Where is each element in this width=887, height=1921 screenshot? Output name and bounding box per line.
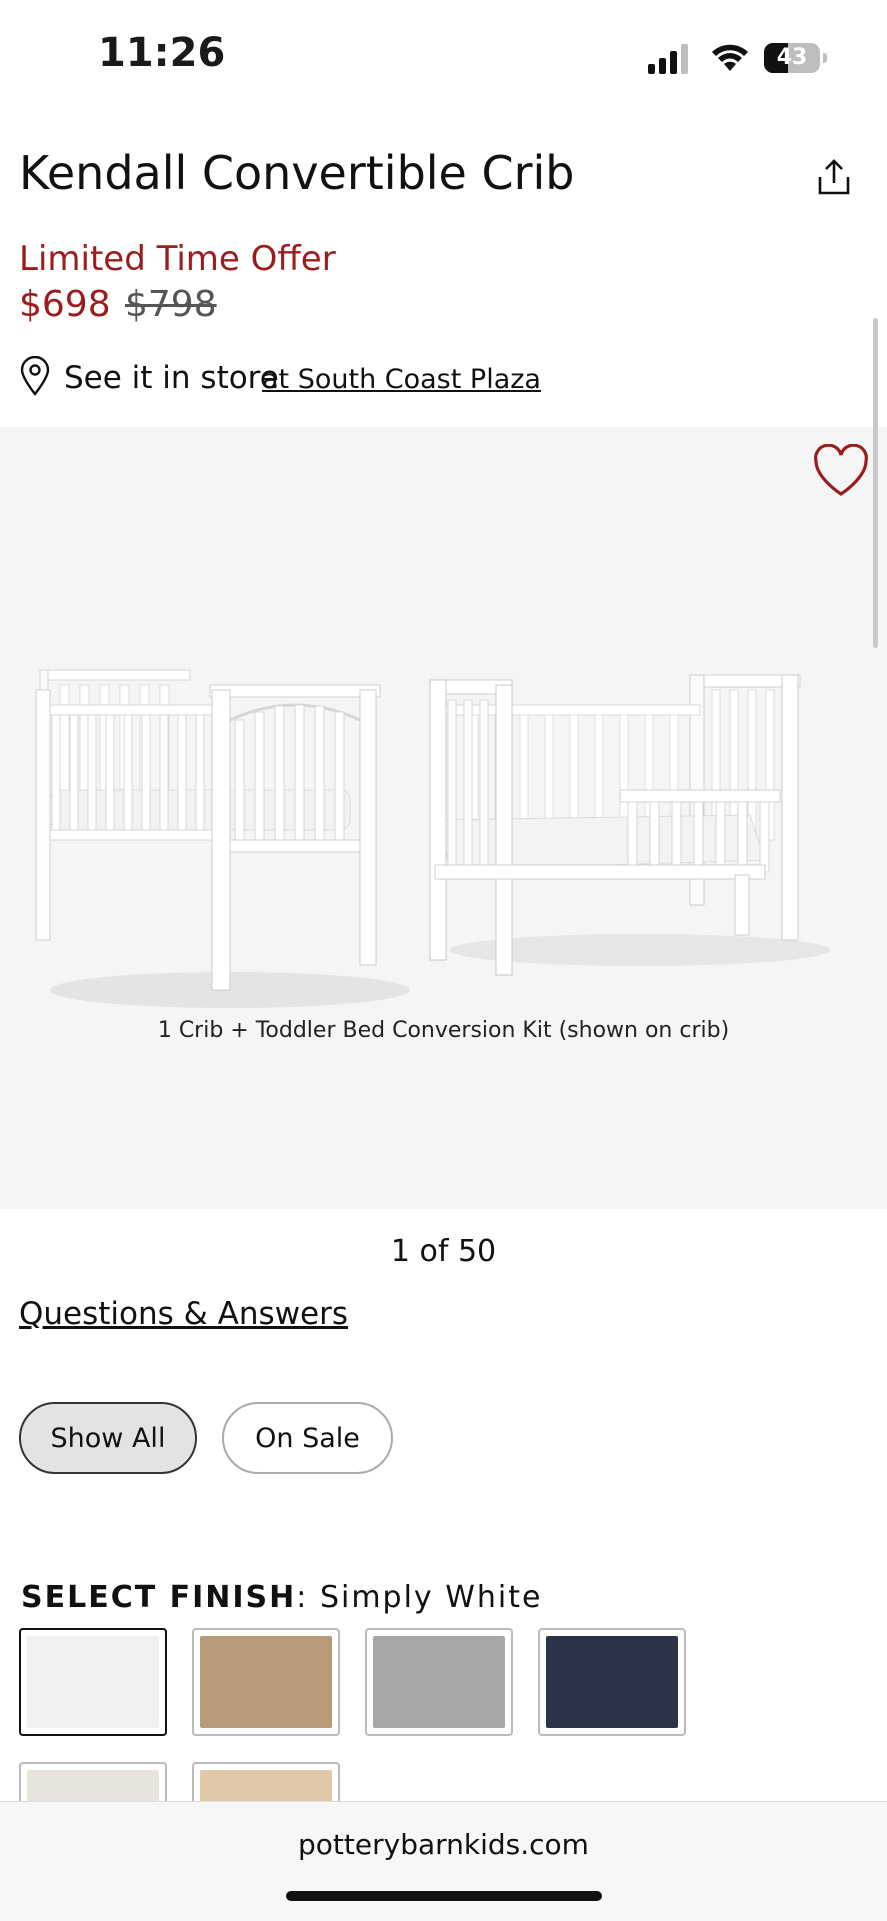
sale-price: $698 (19, 284, 111, 325)
status-time: 11:26 (98, 30, 226, 76)
original-price: $798 (125, 284, 217, 325)
finish-swatch-color (373, 1636, 505, 1728)
location-pin-icon (20, 356, 50, 396)
heart-icon[interactable] (812, 444, 870, 498)
crib-image (35, 669, 830, 1008)
finish-selected: Simply White (319, 1580, 543, 1615)
gallery-pager: 1 of 50 (390, 1234, 497, 1269)
finish-swatch-1[interactable] (19, 1628, 167, 1736)
finish-swatch-3[interactable] (365, 1628, 513, 1736)
finish-swatch-color (200, 1636, 332, 1728)
finish-separator: : (296, 1580, 309, 1615)
url-bar[interactable]: potterybarnkids.com (0, 1828, 887, 1861)
store-link[interactable]: at South Coast Plaza (262, 364, 541, 395)
browser-bottom-bar (0, 1801, 887, 1921)
finish-swatch-4[interactable] (538, 1628, 686, 1736)
home-indicator[interactable] (286, 1891, 602, 1901)
questions-answers-link[interactable]: Questions & Answers (19, 1296, 348, 1332)
wifi-icon (712, 44, 748, 71)
battery-percent: 43 (776, 45, 808, 70)
limited-offer-label: Limited Time Offer (19, 239, 336, 279)
product-title: Kendall Convertible Crib (19, 146, 575, 200)
finish-swatch-color (27, 1636, 159, 1728)
finish-swatch-2[interactable] (192, 1628, 340, 1736)
on-sale-button[interactable]: On Sale (222, 1402, 393, 1474)
gallery-caption: 1 Crib + Toddler Bed Conversion Kit (sho… (157, 1018, 730, 1043)
finish-heading: SELECT FINISH: Simply White (21, 1580, 542, 1615)
store-prefix: See it in store (64, 360, 279, 396)
finish-swatch-color (546, 1636, 678, 1728)
signal-icon (648, 44, 688, 74)
share-icon[interactable] (814, 157, 854, 197)
finish-label: SELECT FINISH (21, 1580, 297, 1615)
scrollbar[interactable] (873, 318, 878, 648)
show-all-button[interactable]: Show All (19, 1402, 197, 1474)
battery-icon: 43 (764, 43, 828, 73)
